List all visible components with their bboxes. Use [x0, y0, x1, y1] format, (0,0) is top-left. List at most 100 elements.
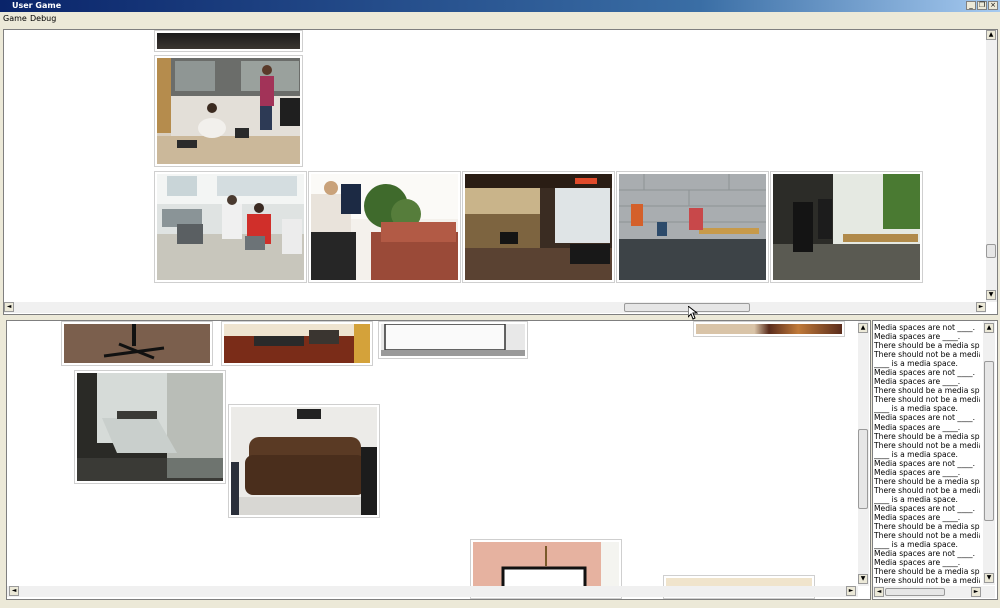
photo-content	[619, 174, 766, 280]
photo-brown-sofa-svg	[231, 407, 377, 515]
chat-log-line: Media spaces are not ____.	[874, 549, 976, 559]
top-vertical-scrollbar[interactable]: ▲ ▼	[986, 30, 997, 302]
photo-glass-wall-bench[interactable]	[770, 171, 923, 283]
chat-log-line: There should be a media space	[874, 431, 980, 441]
photo-coffee-table[interactable]	[221, 321, 373, 366]
scroll-right-button[interactable]: ►	[976, 302, 986, 312]
photo-content	[231, 407, 377, 515]
photo-office-chair-svg	[64, 324, 210, 363]
chat-log-line: Media spaces are not ____.	[874, 413, 976, 423]
scroll-up-button[interactable]: ▲	[984, 323, 994, 333]
scroll-right-button[interactable]: ►	[846, 586, 856, 596]
photo-conference-room[interactable]	[74, 370, 226, 484]
chat-log-line: There should not be a media spa	[874, 576, 980, 585]
chat-log-line: There should not be a media spa	[874, 531, 980, 541]
chat-log: Media spaces are not ____. Media spaces a…	[874, 323, 980, 585]
chat-log-line: Media spaces are ____.	[874, 422, 961, 432]
chat-log-line: Media spaces are not ____.	[874, 503, 976, 513]
photo-projector-screen-svg	[381, 324, 525, 356]
photo-content	[465, 174, 612, 280]
chat-log-line: There should not be a media spa	[874, 395, 980, 405]
scroll-up-button[interactable]: ▲	[986, 30, 996, 40]
photo-warm-strip[interactable]	[693, 321, 845, 337]
photo-content	[157, 58, 300, 164]
photo-modern-lobby-svg	[465, 174, 612, 280]
chat-log-line: Media spaces are not ____.	[874, 458, 976, 468]
scrollbar-thumb[interactable]	[986, 244, 996, 258]
bottom-image-canvas[interactable]: ▲ ▼ ◄ ►	[6, 320, 871, 600]
photo-students-floor-svg	[157, 58, 300, 164]
photo-computer-lab-svg	[157, 174, 304, 280]
photo-content	[64, 324, 210, 363]
chat-log-line: There should be a media space	[874, 476, 980, 486]
scroll-down-button[interactable]: ▼	[986, 290, 996, 300]
photo-conference-room-svg	[77, 373, 223, 481]
photo-lounge-sofa-plant[interactable]	[308, 171, 461, 283]
minimize-button[interactable]: _	[966, 1, 976, 10]
photo-content	[224, 324, 370, 363]
title-bar: User Game _ ❐ ×	[0, 0, 1000, 12]
chat-log-line: Media spaces are ____.	[874, 558, 961, 568]
chat-log-vertical-scrollbar[interactable]: ▲ ▼	[983, 321, 995, 585]
chat-log-line: There should be a media space	[874, 522, 980, 532]
photo-coffee-table-svg	[224, 324, 370, 363]
chat-log-line: There should be a media space	[874, 386, 980, 396]
scroll-right-button[interactable]: ►	[971, 587, 981, 597]
photo-content	[696, 324, 842, 334]
chat-log-line: ____ is a media space.	[874, 404, 958, 414]
menu-game[interactable]: Game	[3, 14, 27, 24]
restore-button[interactable]: ❐	[977, 1, 987, 10]
chat-log-line: Media spaces are not ____.	[874, 368, 976, 378]
scroll-up-button[interactable]: ▲	[858, 323, 868, 333]
bottom-vertical-scrollbar[interactable]: ▲ ▼	[858, 321, 869, 586]
chat-log-line: ____ is a media space.	[874, 540, 958, 550]
photo-dark-strip[interactable]	[154, 30, 303, 52]
photo-projector-screen[interactable]	[378, 321, 528, 359]
scrollbar-thumb[interactable]	[885, 588, 945, 596]
chat-log-line: There should not be a media spa	[874, 485, 980, 495]
photo-content	[157, 174, 304, 280]
top-horizontal-scrollbar[interactable]: ◄ ►	[4, 302, 986, 313]
chat-log-line: Media spaces are ____.	[874, 377, 961, 387]
photo-glass-wall-bench-svg	[773, 174, 920, 280]
chat-log-line: Media spaces are ____.	[874, 512, 961, 522]
scroll-left-button[interactable]: ◄	[9, 586, 19, 596]
chat-log-line: Media spaces are not ____.	[874, 323, 976, 332]
chat-log-line: There should not be a media spa	[874, 350, 980, 360]
mouse-cursor-icon	[688, 306, 698, 320]
bottom-horizontal-scrollbar[interactable]: ◄ ►	[7, 586, 858, 597]
scroll-left-button[interactable]: ◄	[874, 587, 884, 597]
photo-office-chair[interactable]	[61, 321, 213, 366]
chat-log-line: There should be a media space	[874, 341, 980, 351]
photo-computer-lab[interactable]	[154, 171, 307, 283]
chat-log-line: ____ is a media space.	[874, 494, 958, 504]
scroll-down-button[interactable]: ▼	[858, 574, 868, 584]
chat-log-line: There should not be a media spa	[874, 440, 980, 450]
window-title: User Game	[12, 1, 62, 10]
menu-debug[interactable]: Debug	[30, 14, 56, 24]
photo-brown-sofa[interactable]	[228, 404, 380, 518]
close-button[interactable]: ×	[988, 1, 998, 10]
chat-log-line: ____ is a media space.	[874, 449, 958, 459]
chat-log-horizontal-scrollbar[interactable]: ◄ ►	[873, 586, 995, 598]
photo-content	[77, 373, 223, 481]
photo-students-floor[interactable]	[154, 55, 303, 167]
photo-stone-wall-bench-svg	[619, 174, 766, 280]
chat-log-line: Media spaces are ____.	[874, 332, 961, 342]
photo-modern-lobby[interactable]	[462, 171, 615, 283]
scroll-left-button[interactable]: ◄	[4, 302, 14, 312]
scroll-down-button[interactable]: ▼	[984, 573, 994, 583]
chat-log-line: Media spaces are ____.	[874, 467, 961, 477]
scrollbar-thumb[interactable]	[624, 303, 750, 312]
chat-log-line: There should be a media space	[874, 567, 980, 577]
scrollbar-thumb[interactable]	[984, 361, 994, 521]
menu-bar: Game Debug	[0, 12, 1000, 26]
chat-log-line: ____ is a media space.	[874, 359, 958, 369]
top-image-canvas[interactable]: ▲ ▼ ◄ ►	[3, 29, 998, 315]
photo-content	[157, 33, 300, 49]
photo-content	[773, 174, 920, 280]
photo-lounge-sofa-plant-svg	[311, 174, 458, 280]
scrollbar-thumb[interactable]	[858, 429, 868, 509]
photo-content	[381, 324, 525, 356]
photo-stone-wall-bench[interactable]	[616, 171, 769, 283]
